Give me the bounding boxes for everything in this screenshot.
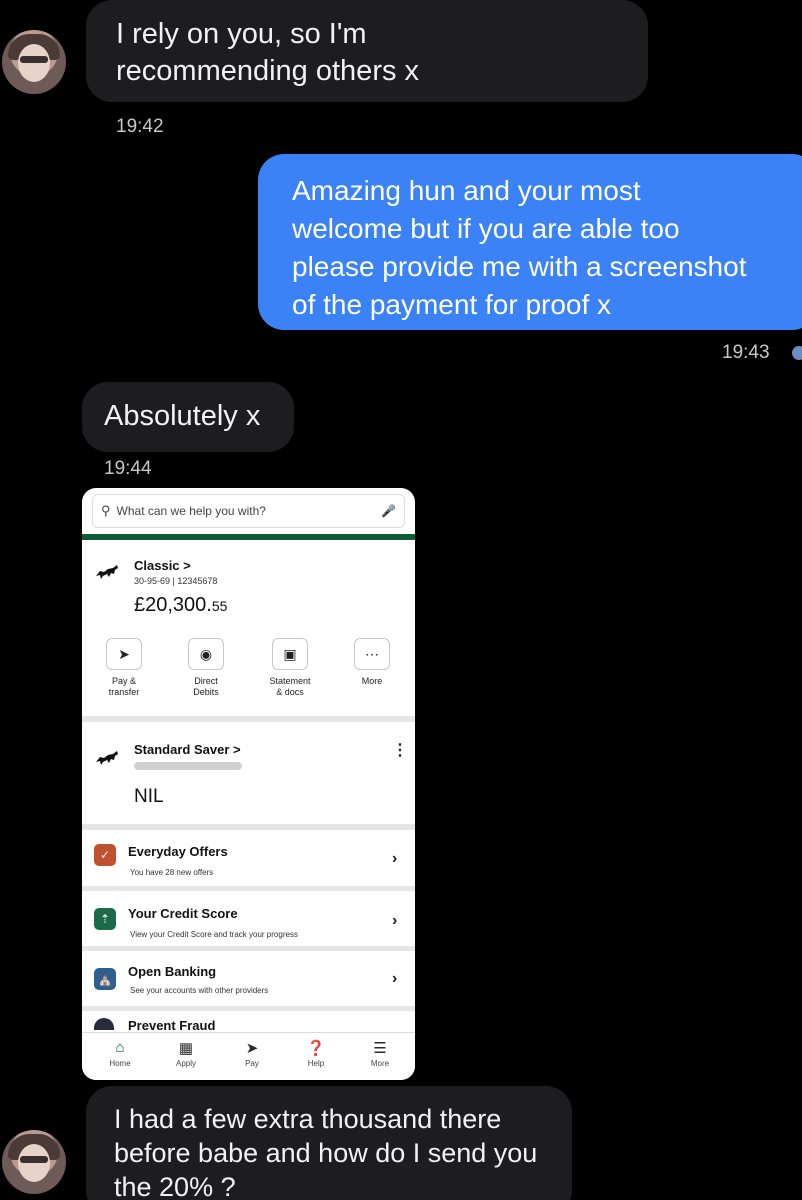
row-title: Open Banking	[128, 964, 217, 979]
pay-transfer-button[interactable]: ➤	[106, 638, 142, 670]
message-timestamp: 19:43	[722, 342, 770, 363]
chevron-right-icon: ›	[392, 912, 398, 929]
message-text: I rely on you, so I'm	[116, 18, 367, 50]
message-text: I had a few extra thousand there	[114, 1104, 502, 1134]
quick-action-label: More	[361, 676, 383, 686]
list-item-open-banking[interactable]: ⛪ Open Banking See your accounts with ot…	[82, 952, 415, 1006]
header-band	[82, 534, 415, 540]
chevron-right-icon: ›	[392, 850, 398, 867]
statement-icon: ▣	[283, 645, 297, 662]
saver-account-name[interactable]: Standard Saver >	[134, 742, 241, 757]
tab-apply[interactable]: ▦ Apply	[156, 1039, 216, 1068]
tab-home[interactable]: ⌂ Home	[90, 1039, 150, 1068]
search-icon: ⚲	[101, 503, 111, 518]
chevron-right-icon: ›	[392, 970, 398, 987]
section-divider	[82, 886, 415, 891]
saver-balance: NIL	[134, 786, 164, 807]
row-title: Your Credit Score	[128, 906, 238, 921]
list-item-everyday-offers[interactable]: ✓ Everyday Offers You have 28 new offers…	[82, 830, 415, 886]
pay-transfer-icon: ➤	[118, 645, 130, 662]
message-text: the 20% ?	[114, 1172, 236, 1200]
account-number: 30-95-69 | 12345678	[134, 576, 218, 586]
microphone-icon: 🎤	[381, 504, 396, 518]
quick-action-label: Direct Debits	[193, 676, 219, 697]
tab-help[interactable]: ❓ Help	[286, 1039, 346, 1068]
row-subtitle: View your Credit Score and track your pr…	[130, 930, 298, 939]
row-title: Prevent Fraud	[128, 1018, 216, 1033]
message-bubble-incoming[interactable]: Absolutely x	[82, 382, 294, 452]
horse-logo-icon	[96, 565, 118, 579]
image-attachment-bank-screenshot[interactable]: ⚲ What can we help you with? 🎤 Classic >…	[82, 488, 415, 1080]
tab-pay[interactable]: ➤ Pay	[222, 1039, 282, 1068]
redacted-account-number	[134, 762, 242, 770]
bottom-tab-bar: ⌂ Home ▦ Apply ➤ Pay ❓ Help ☰ More	[82, 1032, 415, 1080]
message-bubble-incoming[interactable]: I had a few extra thousand there before …	[86, 1086, 572, 1200]
quick-action-label: Statement & docs	[269, 676, 311, 697]
offers-icon: ✓	[94, 844, 116, 866]
horse-logo-icon	[96, 751, 118, 765]
quick-action-label: Pay & transfer	[108, 676, 140, 697]
account-name: Classic >	[134, 558, 191, 573]
home-icon: ⌂	[115, 1039, 125, 1056]
message-bubble-incoming[interactable]: I rely on you, so I'm recommending other…	[86, 0, 648, 102]
search-bar: ⚲ What can we help you with? 🎤	[92, 494, 405, 528]
contact-avatar[interactable]	[2, 1130, 66, 1194]
direct-debits-icon: ◉	[199, 645, 213, 662]
section-divider	[82, 946, 415, 951]
section-divider	[82, 716, 415, 722]
row-title: Everyday Offers	[128, 844, 228, 859]
message-text: please provide me with a screenshot	[292, 251, 747, 282]
read-receipt-icon	[792, 346, 802, 360]
message-text: of the payment for proof x	[292, 289, 612, 320]
section-divider	[82, 1006, 415, 1011]
message-timestamp: 19:44	[104, 458, 152, 479]
bank-icon: ⛪	[94, 968, 116, 990]
saver-menu-icon[interactable]: ⋮	[392, 740, 408, 760]
list-item-credit-score[interactable]: ⇡ Your Credit Score View your Credit Sco…	[82, 892, 415, 946]
message-text: welcome but if you are able too	[292, 213, 680, 244]
message-timestamp: 19:42	[116, 116, 164, 137]
row-subtitle: You have 28 new offers	[130, 868, 214, 877]
pay-icon: ➤	[245, 1040, 259, 1057]
message-text: Absolutely x	[104, 400, 261, 432]
account-balance: £20,300.55	[134, 594, 228, 616]
message-text: Amazing hun and your most	[292, 175, 641, 206]
statement-docs-button[interactable]: ▣	[272, 638, 308, 670]
row-subtitle: See your accounts with other providers	[130, 986, 269, 995]
menu-icon: ☰	[373, 1040, 387, 1057]
credit-score-icon: ⇡	[94, 908, 116, 930]
help-icon: ❓	[306, 1040, 326, 1057]
tab-more[interactable]: ☰ More	[350, 1039, 410, 1068]
search-placeholder: What can we help you with?	[116, 504, 266, 518]
list-item-prevent-fraud[interactable]: Prevent Fraud	[82, 1012, 415, 1033]
more-button[interactable]: ⋯	[354, 638, 390, 670]
contact-avatar[interactable]	[2, 30, 66, 94]
more-dots-icon: ⋯	[365, 645, 379, 662]
message-text: before babe and how do I send you	[114, 1138, 538, 1168]
message-bubble-outgoing[interactable]: Amazing hun and your most welcome but if…	[258, 154, 802, 330]
shield-icon	[94, 1018, 114, 1030]
message-text: recommending others x	[116, 55, 420, 87]
apply-icon: ▦	[178, 1040, 194, 1057]
direct-debits-button[interactable]: ◉	[188, 638, 224, 670]
